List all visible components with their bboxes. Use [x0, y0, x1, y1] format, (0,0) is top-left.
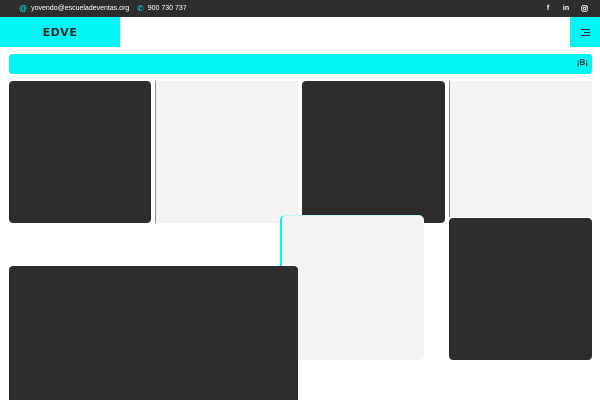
card-dark-large[interactable]	[9, 266, 298, 400]
card-dark-1[interactable]	[9, 81, 151, 223]
site-header: EDVE	[0, 17, 600, 47]
phone-text: 900 730 737	[147, 5, 187, 12]
instagram-glyph	[580, 5, 588, 12]
announcement-banner[interactable]: ¡B¡	[9, 54, 592, 74]
logo[interactable]: EDVE	[0, 17, 120, 47]
instagram-icon[interactable]	[578, 0, 590, 17]
card-light-2[interactable]	[449, 81, 592, 217]
hamburger-icon-line	[583, 31, 590, 33]
banner-text: ¡B¡	[576, 58, 588, 67]
linkedin-icon[interactable]: in	[560, 0, 572, 17]
card-light-hover[interactable]	[280, 215, 424, 360]
card-light-1[interactable]	[155, 81, 298, 223]
phone-icon: ✆	[137, 3, 144, 13]
facebook-icon[interactable]: f	[542, 0, 554, 17]
phone-contact[interactable]: ✆ 900 730 737	[137, 0, 187, 17]
hamburger-icon	[580, 28, 590, 30]
at-sign-icon: @	[19, 3, 28, 13]
card-dark-3[interactable]	[449, 218, 592, 360]
email-text: yovendo@escueladeventas.org	[31, 5, 130, 12]
top-bar: @ yovendo@escueladeventas.org ✆ 900 730 …	[0, 0, 600, 17]
email-contact[interactable]: @ yovendo@escueladeventas.org	[19, 0, 129, 17]
logo-text: EDVE	[42, 25, 78, 39]
hamburger-icon-line	[580, 34, 590, 36]
menu-button[interactable]	[570, 17, 600, 47]
card-dark-2[interactable]	[302, 81, 445, 223]
